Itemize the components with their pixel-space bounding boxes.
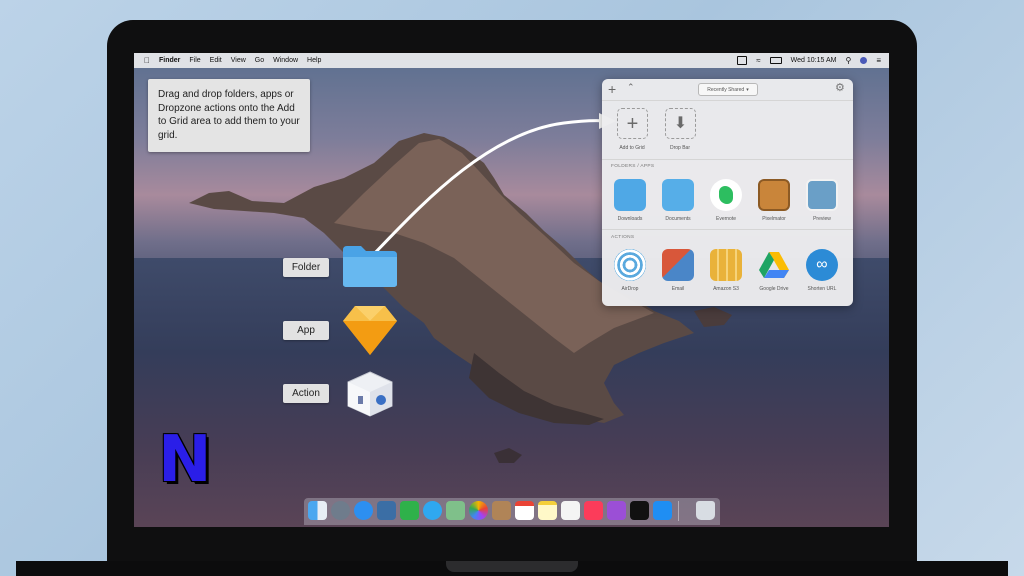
wifi-icon[interactable]: ≈: [756, 56, 760, 65]
evernote-icon[interactable]: [710, 179, 742, 211]
menu-file[interactable]: File: [189, 57, 200, 64]
app-store-icon[interactable]: [653, 501, 672, 520]
photos-icon[interactable]: [469, 501, 488, 520]
app-label: App: [283, 321, 329, 340]
notes-icon[interactable]: [538, 501, 557, 520]
list-icon[interactable]: ≡: [876, 56, 881, 65]
reminders-icon[interactable]: [561, 501, 580, 520]
search-icon[interactable]: ⚲: [845, 56, 851, 65]
recently-shared-dropdown[interactable]: Recently Shared ▾: [698, 83, 758, 96]
airdrop-icon[interactable]: [614, 249, 646, 281]
folder-label: Folder: [283, 258, 329, 277]
amazon-s3-label: Amazon S3: [713, 286, 739, 292]
contacts-icon[interactable]: [492, 501, 511, 520]
downloads-label: Downloads: [617, 216, 643, 222]
clock[interactable]: Wed 10:15 AM: [791, 57, 837, 64]
podcasts-icon[interactable]: [607, 501, 626, 520]
instruction-tooltip: Drag and drop folders, apps or Dropzone …: [148, 79, 310, 152]
maps-icon[interactable]: [446, 501, 465, 520]
folder-icon[interactable]: [341, 244, 399, 288]
finder-icon[interactable]: [308, 501, 327, 520]
safari-icon[interactable]: [354, 501, 373, 520]
shorten-url-label: Shorten URL: [807, 286, 837, 292]
menu-edit[interactable]: Edit: [210, 57, 222, 64]
menu-go[interactable]: Go: [255, 57, 264, 64]
battery-icon[interactable]: [769, 57, 782, 64]
airdrop-label: AirDrop: [621, 286, 639, 292]
evernote-label: Evernote: [715, 216, 736, 222]
preview-label: Preview: [813, 216, 831, 222]
collapse-chevron-icon[interactable]: ⌃: [627, 82, 635, 93]
sketch-app-icon[interactable]: [341, 303, 399, 357]
menu-bar:  Finder File Edit View Go Window Help ≈…: [134, 53, 889, 68]
menu-app-name[interactable]: Finder: [159, 57, 180, 64]
add-to-grid-slot[interactable]: +: [617, 108, 648, 139]
divider: [602, 229, 853, 230]
dock: [304, 498, 720, 525]
google-drive-label: Google Drive: [759, 286, 789, 292]
add-plus-icon[interactable]: +: [608, 81, 616, 97]
email-label: Email: [671, 286, 685, 292]
amazon-s3-icon[interactable]: [710, 249, 742, 281]
add-to-grid-label: Add to Grid: [619, 145, 645, 151]
menu-help[interactable]: Help: [307, 57, 321, 64]
menu-view[interactable]: View: [231, 57, 246, 64]
plus-icon: +: [626, 112, 639, 135]
dropzone-grid-panel: + ⌃ Recently Shared ▾ ⚙ + Add to Grid ⬇ …: [602, 79, 853, 306]
divider: [602, 159, 853, 160]
action-bundle-icon[interactable]: [344, 368, 396, 420]
pixelmator-label: Pixelmator: [762, 216, 786, 222]
google-drive-icon[interactable]: [758, 249, 790, 281]
downloads-folder-icon[interactable]: [614, 179, 646, 211]
music-icon[interactable]: [584, 501, 603, 520]
email-icon[interactable]: [662, 249, 694, 281]
drop-bar-slot[interactable]: ⬇: [665, 108, 696, 139]
drop-bar-label: Drop Bar: [669, 145, 690, 151]
messages-icon[interactable]: [423, 501, 442, 520]
pixelmator-icon[interactable]: [758, 179, 790, 211]
folders-section-heading: FOLDERS / APPS: [611, 164, 655, 169]
download-arrow-icon: ⬇: [673, 114, 688, 132]
actions-section-heading: ACTIONS: [611, 235, 635, 240]
shorten-url-icon[interactable]: ∞: [806, 249, 838, 281]
dock-separator: [678, 501, 679, 521]
action-label: Action: [283, 384, 329, 403]
trash-icon[interactable]: [696, 501, 715, 520]
divider: [602, 100, 853, 101]
photo-browser-icon[interactable]: [377, 501, 396, 520]
dropdown-label: Recently Shared: [707, 86, 745, 93]
documents-folder-icon[interactable]: [662, 179, 694, 211]
dropzone-menubar-icon[interactable]: [737, 56, 748, 65]
channel-logo: N: [158, 423, 212, 497]
tv-icon[interactable]: [630, 501, 649, 520]
menu-window[interactable]: Window: [273, 57, 298, 64]
laptop-notch: [446, 561, 578, 572]
documents-label: Documents: [665, 216, 691, 222]
calendar-icon[interactable]: [515, 501, 534, 520]
launchpad-icon[interactable]: [331, 501, 350, 520]
gear-icon[interactable]: ⚙: [835, 81, 845, 94]
apple-menu-icon[interactable]: : [144, 56, 150, 65]
chevron-down-icon: ▾: [746, 86, 749, 93]
preview-icon[interactable]: [806, 179, 838, 211]
user-icon[interactable]: [860, 57, 868, 64]
facetime-icon[interactable]: [400, 501, 419, 520]
